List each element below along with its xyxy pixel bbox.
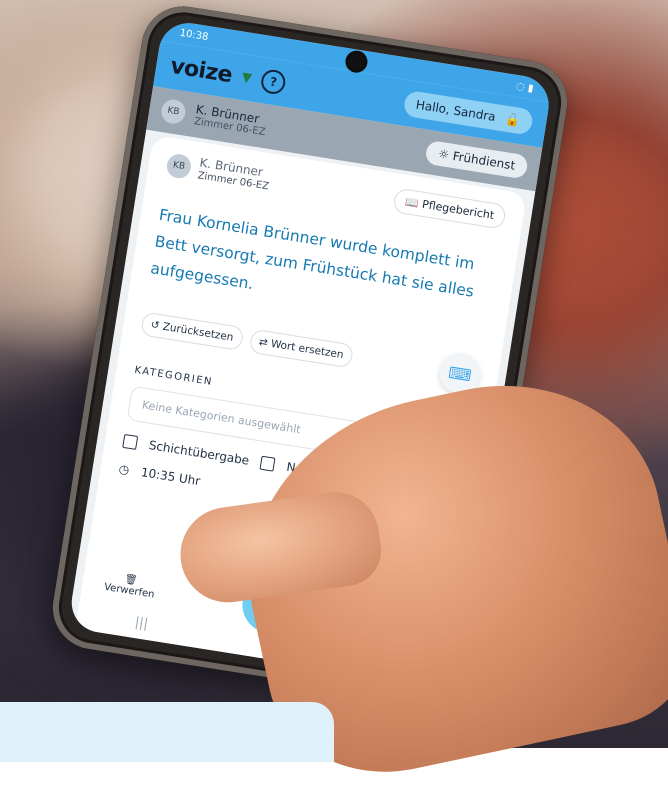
time-label: 10:35 Uhr <box>139 465 202 489</box>
status-time: 10:38 <box>178 27 210 43</box>
sun-icon: ☼ <box>437 146 451 163</box>
replace-word-button[interactable]: ⇄ Wort ersetzen <box>248 328 355 369</box>
reset-label: Zurücksetzen <box>161 321 235 345</box>
swap-icon: ⇄ <box>257 336 269 350</box>
discard-button[interactable]: 🗑 Verwerfen <box>103 571 157 601</box>
clock-icon: ◷ <box>117 461 131 478</box>
care-report-button[interactable]: 📖 Pflegebericht <box>392 187 507 230</box>
wifi-icon: ▼ <box>240 69 253 86</box>
care-report-label: Pflegebericht <box>421 197 496 222</box>
shift-button[interactable]: ☼ Frühdienst <box>424 139 529 180</box>
caption-panel <box>0 702 334 762</box>
reset-button[interactable]: ↺ Zurücksetzen <box>139 311 244 352</box>
patient-avatar: KB <box>159 97 188 126</box>
categories-placeholder: Keine Kategorien ausgewählt <box>141 398 302 437</box>
replace-word-label: Wort ersetzen <box>269 338 345 362</box>
handover-checkbox[interactable] <box>122 434 139 451</box>
book-icon: 📖 <box>404 195 420 211</box>
recent-apps-icon[interactable]: ||| <box>134 615 149 632</box>
keyboard-icon: ⌨ <box>446 362 473 386</box>
shift-label: Frühdienst <box>451 148 517 173</box>
greeting-label: Hallo, Sandra <box>414 97 497 125</box>
help-icon[interactable]: ? <box>259 68 288 96</box>
handover-label: Schichtübergabe <box>147 438 251 469</box>
status-icons: ◌ ▮ <box>515 80 535 95</box>
undo-icon: ↺ <box>149 319 161 333</box>
app-logo: voize <box>168 53 234 88</box>
lock-icon: 🔓 <box>504 111 522 128</box>
emergency-checkbox[interactable] <box>259 456 276 473</box>
card-patient-avatar: KB <box>165 151 193 180</box>
